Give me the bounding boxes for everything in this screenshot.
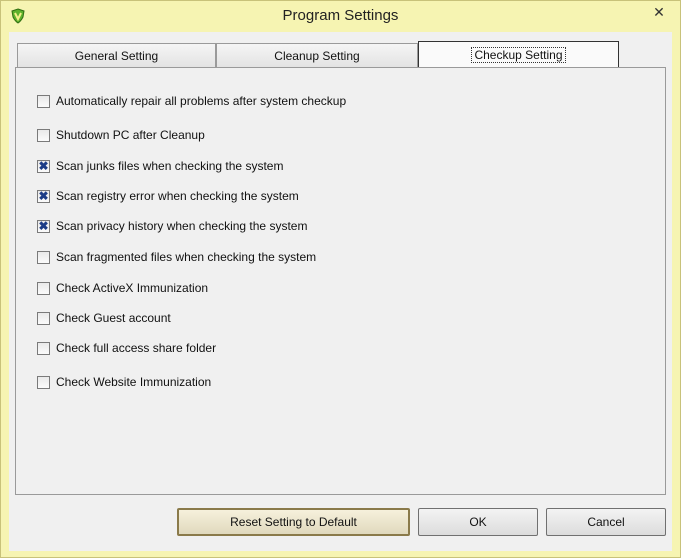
checkbox[interactable]: ✖: [37, 188, 50, 203]
option-label: Check ActiveX Immunization: [56, 281, 209, 295]
option-label: Automatically repair all problems after …: [56, 94, 347, 108]
option-scan-privacy-history[interactable]: ✖ Scan privacy history when checking the…: [37, 218, 307, 234]
check-icon: [38, 374, 49, 387]
program-settings-window: Program Settings ✕ General Setting Clean…: [0, 0, 681, 558]
tab-cleanup-setting[interactable]: Cleanup Setting: [216, 43, 418, 67]
checkbox[interactable]: [37, 310, 50, 325]
option-scan-fragmented-files[interactable]: Scan fragmented files when checking the …: [37, 249, 316, 265]
checkbox[interactable]: ✖: [37, 218, 50, 233]
checkbox[interactable]: [37, 340, 50, 355]
tab-checkup-setting[interactable]: Checkup Setting: [418, 41, 619, 67]
tab-label: Cleanup Setting: [274, 48, 360, 63]
option-scan-registry-error[interactable]: ✖ Scan registry error when checking the …: [37, 188, 299, 204]
cancel-button[interactable]: Cancel: [546, 508, 666, 536]
button-label: Cancel: [587, 515, 625, 529]
option-label: Check full access share folder: [56, 341, 217, 355]
option-check-share-folder[interactable]: Check full access share folder: [37, 340, 216, 356]
checkbox[interactable]: [37, 374, 50, 389]
option-label: Scan fragmented files when checking the …: [56, 250, 317, 264]
option-label: Scan registry error when checking the sy…: [56, 189, 299, 203]
checkbox[interactable]: [37, 93, 50, 108]
title-bar[interactable]: Program Settings ✕: [1, 1, 680, 32]
checkbox[interactable]: ✖: [37, 158, 50, 173]
option-label: Check Guest account: [56, 311, 171, 325]
check-icon: ✖: [38, 188, 49, 203]
check-icon: [38, 340, 49, 353]
check-icon: ✖: [38, 158, 49, 173]
option-label: Scan junks files when checking the syste…: [56, 159, 284, 173]
tab-general-setting[interactable]: General Setting: [17, 43, 216, 67]
check-icon: [38, 280, 49, 293]
tab-label: General Setting: [74, 48, 159, 63]
option-label: Check Website Immunization: [56, 375, 212, 389]
close-button[interactable]: ✕: [644, 2, 674, 22]
window-title: Program Settings: [282, 7, 399, 24]
option-label: Scan privacy history when checking the s…: [56, 219, 308, 233]
button-label: Reset Setting to Default: [230, 515, 357, 529]
check-icon: ✖: [38, 218, 49, 233]
check-icon: [38, 93, 49, 106]
ok-button[interactable]: OK: [418, 508, 538, 536]
checkbox[interactable]: [37, 280, 50, 295]
check-icon: [38, 127, 49, 140]
option-check-website-immunization[interactable]: Check Website Immunization: [37, 374, 211, 390]
reset-default-button[interactable]: Reset Setting to Default: [177, 508, 410, 536]
option-label: Shutdown PC after Cleanup: [56, 128, 205, 142]
close-icon: ✕: [653, 3, 665, 20]
option-check-activex[interactable]: Check ActiveX Immunization: [37, 280, 208, 296]
dialog-client-area: General Setting Cleanup Setting Checkup …: [9, 32, 672, 551]
check-icon: [38, 249, 49, 262]
check-icon: [38, 310, 49, 323]
checkbox[interactable]: [37, 127, 50, 142]
option-shutdown-after-cleanup[interactable]: Shutdown PC after Cleanup: [37, 127, 205, 143]
option-auto-repair[interactable]: Automatically repair all problems after …: [37, 93, 346, 109]
checkbox[interactable]: [37, 249, 50, 264]
option-check-guest-account[interactable]: Check Guest account: [37, 310, 171, 326]
button-label: OK: [469, 515, 487, 529]
checkup-settings-panel: Automatically repair all problems after …: [15, 67, 666, 495]
option-scan-junk-files[interactable]: ✖ Scan junks files when checking the sys…: [37, 158, 283, 174]
tab-label: Checkup Setting: [471, 46, 566, 63]
